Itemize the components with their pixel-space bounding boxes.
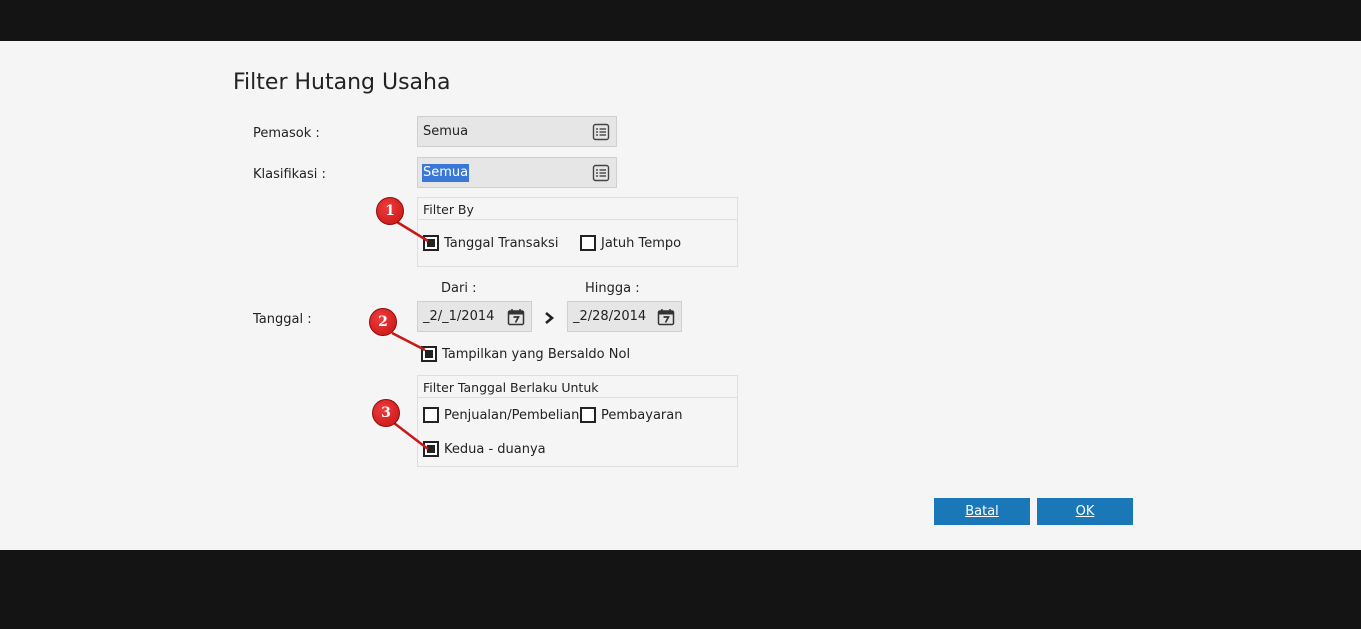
dari-label: Dari : (441, 281, 477, 296)
cancel-button[interactable]: Batal (934, 498, 1030, 525)
divider (418, 397, 737, 398)
penjualan-pembelian-checkbox[interactable] (423, 407, 439, 423)
tanggal-transaksi-checkbox[interactable] (423, 235, 439, 251)
tanggal-transaksi-label[interactable]: Tanggal Transaksi (444, 236, 558, 251)
annotation-badge-1: 1 (376, 197, 404, 225)
annotation-badge-2: 2 (369, 308, 397, 336)
filter-tanggal-title: Filter Tanggal Berlaku Untuk (423, 380, 599, 395)
divider (418, 219, 737, 220)
dari-date-value: _2/_1/2014 (423, 309, 495, 324)
kedua-duanya-checkbox[interactable] (423, 441, 439, 457)
filter-tanggal-group: Filter Tanggal Berlaku Untuk Penjualan/P… (417, 375, 738, 467)
annotation-arrows (391, 220, 429, 450)
tampilkan-nol-label[interactable]: Tampilkan yang Bersaldo Nol (442, 347, 630, 362)
klasifikasi-value: Semua (422, 164, 470, 182)
pembayaran-checkbox[interactable] (580, 407, 596, 423)
dari-date-field[interactable]: _2/_1/2014 (417, 301, 532, 332)
list-icon[interactable] (592, 164, 610, 182)
tampilkan-nol-checkbox[interactable] (421, 346, 437, 362)
pemasok-field[interactable]: Semua (417, 116, 617, 147)
pemasok-value: Semua (423, 124, 469, 139)
hingga-label: Hingga : (585, 281, 640, 296)
list-icon[interactable] (592, 123, 610, 141)
jatuh-tempo-checkbox[interactable] (580, 235, 596, 251)
dialog-title: Filter Hutang Usaha (233, 70, 451, 95)
klasifikasi-field[interactable]: Semua (417, 157, 617, 188)
pembayaran-label[interactable]: Pembayaran (601, 408, 682, 423)
jatuh-tempo-label[interactable]: Jatuh Tempo (601, 236, 681, 251)
pemasok-label: Pemasok : (253, 126, 320, 141)
filter-dialog: Filter Hutang Usaha Pemasok : Semua Klas… (0, 41, 1361, 550)
calendar-icon[interactable] (657, 308, 675, 326)
hingga-date-field[interactable]: _2/28/2014 (567, 301, 682, 332)
ok-button[interactable]: OK (1037, 498, 1133, 525)
hingga-date-value: _2/28/2014 (573, 309, 647, 324)
annotation-badge-3: 3 (372, 399, 400, 427)
klasifikasi-label: Klasifikasi : (253, 167, 326, 182)
filter-by-group: Filter By Tanggal Transaksi Jatuh Tempo (417, 197, 738, 267)
penjualan-pembelian-label[interactable]: Penjualan/Pembelian (444, 408, 579, 423)
calendar-icon[interactable] (507, 308, 525, 326)
kedua-duanya-label[interactable]: Kedua - duanya (444, 442, 546, 457)
tanggal-label: Tanggal : (253, 312, 312, 327)
filter-by-title: Filter By (423, 202, 474, 217)
chevron-right-icon (545, 312, 555, 324)
